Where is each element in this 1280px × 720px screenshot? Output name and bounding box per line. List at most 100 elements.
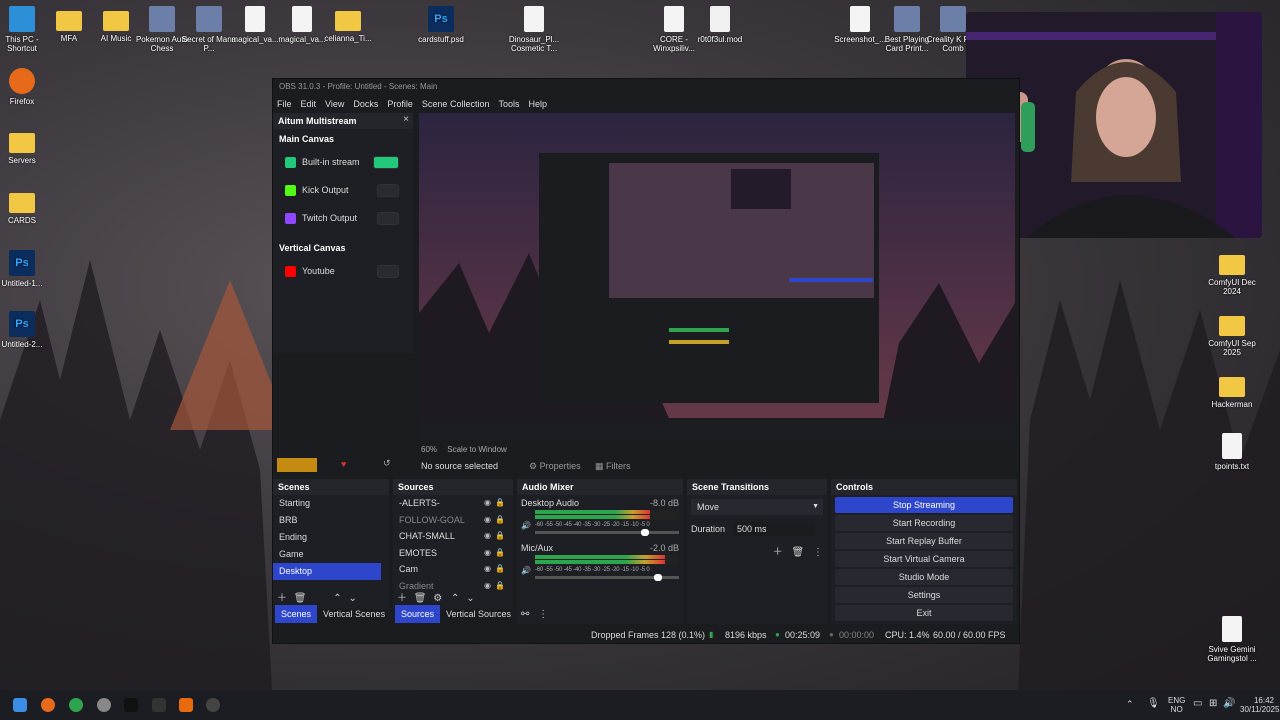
desktop-icon[interactable]: Dinosaur_Pl... Cosmetic T... [504,6,564,53]
volume-slider-handle[interactable] [640,529,649,536]
transition-select[interactable]: Move ▼ [691,499,823,515]
move-up-icon[interactable]: ⌃ [451,593,459,604]
desktop-icon[interactable]: ComfyUI Dec 2024 [1202,250,1262,296]
stream-toggle[interactable] [377,183,399,197]
visibility-eye-icon[interactable]: ◉ [484,545,491,561]
visibility-eye-icon[interactable]: ◉ [484,561,491,577]
terminal-icon[interactable] [124,698,138,712]
scenes-tab[interactable]: Scenes [275,605,318,623]
volume-slider[interactable] [535,574,679,581]
desktop-icon[interactable]: Servers [0,128,52,165]
source-item[interactable]: CHAT-SMALL ◉ 🔒 [393,528,513,545]
source-item[interactable]: FOLLOW-GOAL ◉ 🔒 [393,512,513,529]
move-up-icon[interactable]: ⌃ [333,593,341,604]
speaker-icon[interactable]: 🔊 [521,521,531,530]
sources-tab[interactable]: Sources [395,605,441,623]
lock-icon[interactable]: 🔒 [495,578,505,594]
visibility-eye-icon[interactable]: ◉ [484,495,491,511]
duration-input[interactable]: 500 ms [733,522,816,536]
control-button[interactable]: Start Recording [835,515,1013,531]
chevron-up-icon[interactable]: ⌃ [1126,699,1134,710]
desktop-icon[interactable]: r0t0f3ul.mod [690,6,750,44]
lock-icon[interactable]: 🔒 [495,545,505,561]
output-row[interactable]: Kick Output [273,176,413,204]
preview-zoom[interactable]: 60% Scale to Window [421,445,507,454]
add-icon[interactable]: ＋ [397,593,407,604]
menu-item[interactable]: Docks [353,99,378,109]
close-icon[interactable]: × [403,114,409,125]
stream-toggle[interactable] [377,264,399,278]
add-icon[interactable]: ＋ [773,547,783,558]
gear-icon[interactable]: ⚙ [433,593,442,604]
clock[interactable]: 16:42 30/11/2025 [1240,696,1279,714]
control-button[interactable]: Settings [835,587,1013,603]
scenes-tab[interactable]: Vertical Scenes [317,605,391,623]
control-button[interactable]: Exit [835,605,1013,621]
desktop-icon[interactable]: celianna_Ti... [318,6,378,43]
output-row[interactable]: Built-in stream [273,148,413,176]
lock-icon[interactable]: 🔒 [495,512,505,528]
menu-item[interactable]: Edit [301,99,317,109]
record-icon[interactable]: ♥ [341,459,346,469]
sources-tab[interactable]: Vertical Sources [440,605,517,623]
link-icon[interactable]: ⚯ [521,609,529,620]
add-icon[interactable]: ＋ [277,593,287,604]
undo-icon[interactable]: ↺ [383,458,391,469]
desktop-icon[interactable]: Svive Gemini Gamingstol ... [1202,616,1262,663]
menu-item[interactable]: Scene Collection [422,99,490,109]
menu-item[interactable]: Tools [498,99,519,109]
language-indicator[interactable]: ENG NO [1168,696,1185,714]
menu-item[interactable]: File [277,99,292,109]
menu-item[interactable]: Profile [387,99,413,109]
desktop-icon[interactable]: Ps Untitled-1... [0,250,52,288]
control-button[interactable]: Start Replay Buffer [835,533,1013,549]
properties-button[interactable]: ⚙ Properties [529,461,581,472]
desktop-icon[interactable]: CARDS [0,188,52,225]
trash-icon[interactable]: 🗑 [414,593,427,604]
filters-button[interactable]: ▦ Filters [595,461,631,472]
trash-icon[interactable]: 🗑 [792,547,805,558]
app-icon[interactable] [152,698,166,712]
visibility-eye-icon[interactable]: ◉ [484,528,491,544]
settings-icon[interactable] [97,698,111,712]
vlc-icon[interactable] [179,698,193,712]
visibility-eye-icon[interactable]: ◉ [484,578,491,594]
scene-item[interactable]: Starting [273,495,381,512]
scene-item[interactable]: Game [273,546,381,563]
volume-slider-handle[interactable] [654,574,663,581]
scene-color-swatch[interactable] [277,458,317,472]
preview-canvas[interactable] [419,113,1015,441]
network-icon[interactable]: ⊞ [1209,698,1217,709]
menu-item[interactable]: View [325,99,344,109]
output-row[interactable]: Twitch Output [273,204,413,232]
desktop-icon[interactable]: tpoints.txt [1202,433,1262,471]
control-button[interactable]: Start Virtual Camera [835,551,1013,567]
lock-icon[interactable]: 🔒 [495,561,505,577]
desktop-icon[interactable]: ComfyUI Sep 2025 [1202,311,1262,357]
chrome-icon[interactable] [69,698,83,712]
volume-icon[interactable]: 🔊 [1223,698,1235,709]
scene-item[interactable]: Desktop [273,563,381,580]
microphone-icon[interactable]: 🎙 [1147,698,1160,709]
trash-icon[interactable]: 🗑 [294,593,307,604]
scene-item[interactable]: Ending [273,529,381,546]
control-button[interactable]: Stop Streaming [835,497,1013,513]
source-item[interactable]: EMOTES ◉ 🔒 [393,545,513,562]
control-button[interactable]: Studio Mode [835,569,1013,585]
move-down-icon[interactable]: ⌄ [348,593,356,604]
windows-start-icon[interactable] [13,698,27,712]
stream-toggle[interactable] [373,155,399,169]
scene-item[interactable]: BRB [273,512,381,529]
obs-icon[interactable] [206,698,220,712]
speaker-icon[interactable]: 🔊 [521,566,531,575]
more-icon[interactable]: ⋮ [538,609,548,620]
output-row[interactable]: Youtube [273,257,413,285]
source-item[interactable]: Cam ◉ 🔒 [393,561,513,578]
volume-slider[interactable] [535,529,679,536]
lock-icon[interactable]: 🔒 [495,528,505,544]
move-down-icon[interactable]: ⌄ [466,593,474,604]
desktop-icon[interactable]: Firefox [0,68,52,106]
menu-item[interactable]: Help [528,99,547,109]
desktop-icon[interactable]: Hackerman [1202,372,1262,409]
display-icon[interactable]: ▭ [1193,698,1202,709]
